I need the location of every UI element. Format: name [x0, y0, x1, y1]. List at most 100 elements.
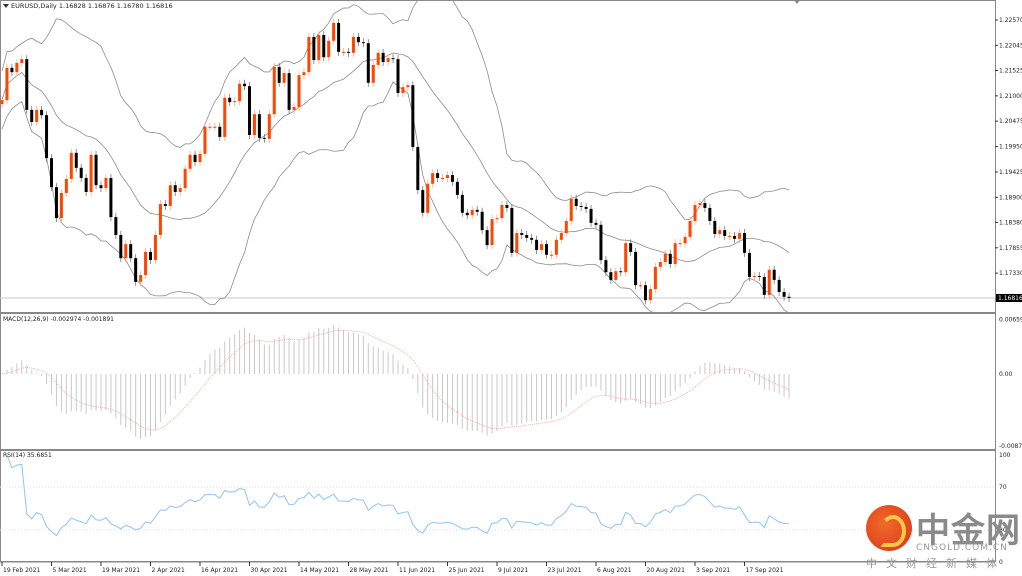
macd-tick-label: 0.00	[999, 371, 1013, 378]
candle-bear	[163, 204, 167, 206]
price-tick-label: 1.18380	[999, 219, 1022, 226]
candle-bull	[500, 205, 504, 219]
candle-bear	[312, 36, 316, 61]
macd-title: MACD(12,26,9) -0.002974 -0.001891	[3, 316, 114, 323]
bollinger-lower-band	[1, 81, 790, 314]
candle-bear	[411, 85, 415, 148]
chart-header: EURUSD,Daily 1.16828 1.16876 1.16780 1.1…	[11, 2, 173, 10]
candle-bull	[297, 75, 301, 107]
candle-bull	[564, 220, 568, 234]
candle-bull	[683, 236, 687, 244]
candle-bear	[609, 272, 613, 280]
chart-canvas: 1.22570 1.22045 1.21525 1.21000 1.20475 1.199…	[0, 0, 1022, 574]
candle-bull	[5, 67, 9, 101]
candle-bull	[158, 204, 162, 235]
candle-bear	[733, 235, 737, 239]
time-tick-label: 2 Apr 2021	[152, 567, 185, 574]
candle-bull	[332, 22, 336, 41]
candle-bear	[361, 42, 365, 44]
candle-bear	[485, 230, 489, 246]
candle-bear	[629, 243, 633, 252]
candle-bull	[64, 178, 68, 193]
time-tick-label: 5 Mar 2021	[53, 567, 87, 574]
candle-bull	[495, 218, 499, 220]
time-tick-label: 25 Jun 2021	[449, 567, 485, 574]
candle-bear	[668, 253, 672, 264]
candle-bull	[386, 58, 390, 63]
candle-bull	[213, 126, 217, 128]
candle-bear	[54, 187, 58, 219]
candle-bear	[347, 51, 350, 53]
time-tick-label: 11 Jun 2021	[399, 567, 435, 574]
rsi-tick-label: 100	[999, 452, 1011, 459]
time-tick-label: 3 Sep 2021	[696, 567, 730, 574]
price-tick-label: 1.22045	[999, 42, 1022, 49]
candle-bull	[441, 177, 445, 179]
candle-bear	[703, 203, 707, 208]
candle-bull	[208, 126, 212, 128]
candle-bull	[267, 114, 271, 139]
candle-bear	[396, 59, 400, 93]
price-tick-label: 1.19425	[999, 169, 1022, 176]
candle-bull	[317, 34, 321, 61]
rsi-tick-label: 70	[999, 484, 1007, 491]
candle-bear	[94, 154, 98, 186]
candle-bull	[342, 51, 346, 53]
candle-bull	[272, 66, 276, 115]
time-tick-label: 17 Sep 2021	[746, 567, 784, 574]
candle-bull	[431, 173, 435, 184]
candle-bull	[549, 254, 553, 256]
candle-bear	[757, 276, 761, 278]
candle-bear	[99, 185, 103, 189]
candle-bear	[525, 234, 529, 238]
candle-bull	[663, 253, 667, 263]
candle-bear	[30, 109, 34, 122]
price-tick-label: 1.18900	[999, 194, 1022, 201]
symbol-label: EURUSD,Daily	[11, 2, 57, 10]
candle-bull	[673, 243, 677, 264]
candle-bear	[10, 67, 14, 73]
candle-bear	[79, 167, 83, 178]
candle-bull	[203, 126, 207, 154]
price-tick-label: 1.17855	[999, 245, 1022, 252]
candle-bear	[713, 220, 717, 235]
candle-bear	[134, 258, 138, 282]
time-tick-label: 19 Mar 2021	[102, 567, 140, 574]
candle-bull	[653, 266, 657, 290]
macd-tick-label: -0.008704	[999, 443, 1022, 450]
candle-bull	[69, 152, 73, 179]
time-tick-label: 20 Aug 2021	[647, 567, 686, 574]
candle-bear	[366, 43, 370, 83]
candle-bull	[292, 106, 296, 110]
candle-bear	[787, 296, 791, 298]
candle-bear	[322, 34, 326, 58]
candle-bear	[337, 22, 341, 52]
candle-bear	[599, 224, 603, 261]
watermark-brand-en: CNGOLD.COM.CN	[916, 543, 1008, 553]
candle-bear	[579, 205, 583, 207]
cngold-logo-icon	[866, 505, 912, 551]
candle-bear	[173, 185, 177, 192]
candle-bull	[144, 251, 148, 276]
plot-frame	[0, 0, 996, 562]
candle-bull	[351, 36, 355, 53]
candle-bear	[634, 251, 638, 286]
candle-bear	[218, 126, 222, 137]
candle-bear	[743, 233, 746, 253]
candle-bear	[777, 279, 781, 292]
candle-bull	[752, 276, 756, 278]
time-tick-label: 23 Jul 2021	[548, 567, 582, 574]
candle-bear	[619, 271, 623, 273]
ohlc-label: 1.16828 1.16876 1.16780 1.16816	[58, 2, 173, 10]
time-tick-label: 16 Apr 2021	[201, 567, 238, 574]
candle-bull	[252, 114, 256, 135]
candle-bull	[89, 154, 93, 192]
candle-bear	[114, 217, 118, 235]
candle-bear	[584, 206, 588, 209]
time-tick-label: 19 Feb 2021	[3, 567, 41, 574]
candle-bull	[153, 234, 157, 261]
chart-menu-icon[interactable]	[3, 4, 9, 8]
candle-bear	[450, 175, 454, 182]
bollinger-upper-band	[1, 0, 790, 221]
candle-bear	[772, 269, 776, 280]
